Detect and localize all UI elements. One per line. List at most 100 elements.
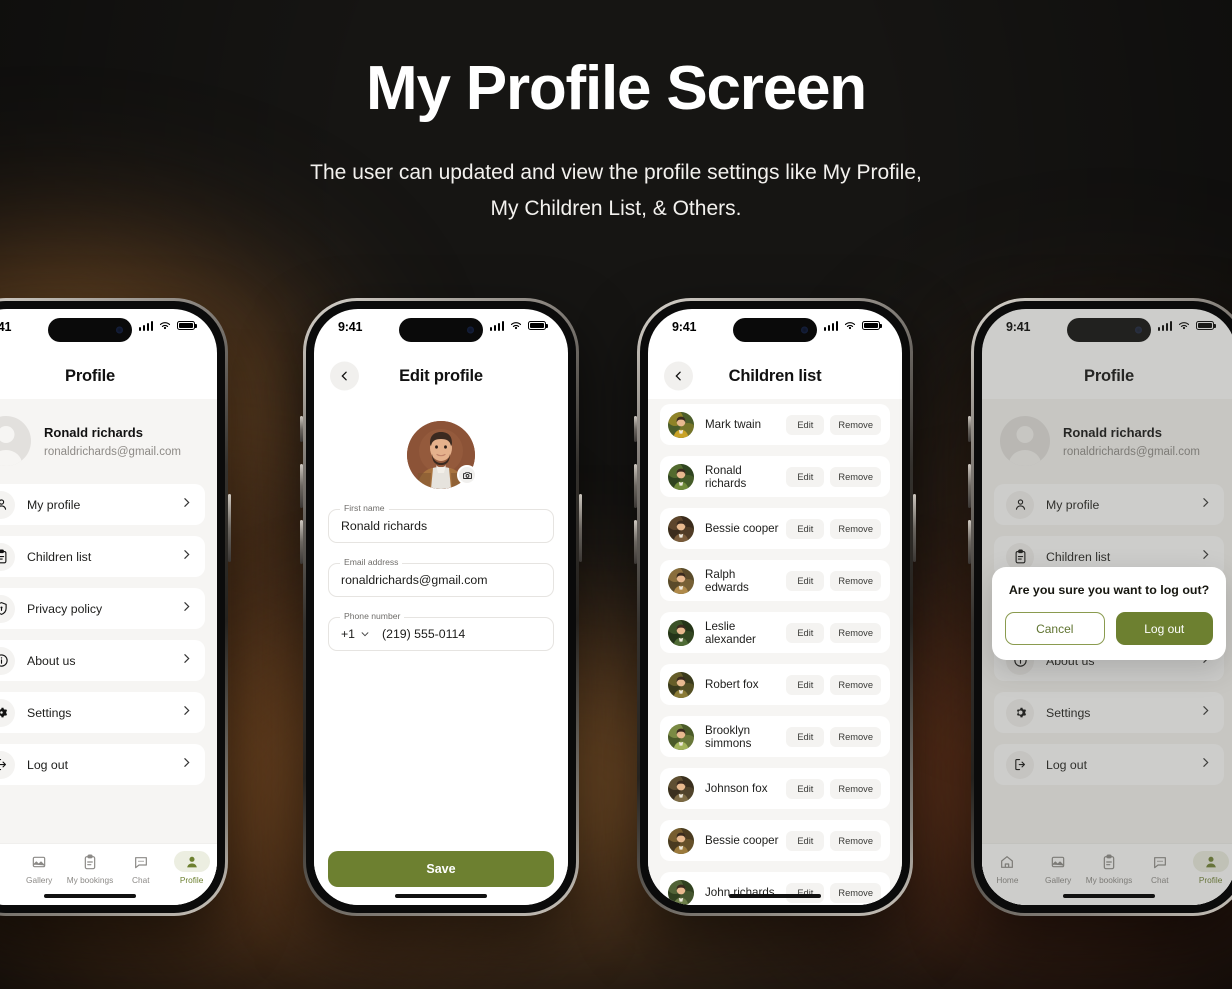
background-glow-c xyxy=(160,620,1060,989)
remove-button[interactable]: Remove xyxy=(830,830,881,851)
person-filled-icon xyxy=(173,851,210,872)
edit-button[interactable]: Edit xyxy=(786,518,825,539)
logout-confirmation-dialog: Are you sure you want to log out? Cancel… xyxy=(992,567,1226,660)
edit-button[interactable]: Edit xyxy=(786,622,825,643)
child-row: Ralph edwards Edit Remove xyxy=(660,560,890,601)
back-button[interactable] xyxy=(664,361,693,391)
remove-button[interactable]: Remove xyxy=(830,414,881,435)
edit-button[interactable]: Edit xyxy=(786,726,825,747)
field-label: First name xyxy=(340,503,389,513)
field-label: Phone number xyxy=(340,611,405,621)
phone-number-field[interactable]: Phone number +1 (219) 555-0114 xyxy=(328,611,554,651)
save-button[interactable]: Save xyxy=(328,851,554,887)
tab-label: Profile xyxy=(179,875,204,885)
volume-up-button[interactable] xyxy=(634,464,637,508)
chevron-left-icon xyxy=(675,371,681,381)
chevron-right-icon xyxy=(180,756,193,774)
status-time: 9:41 xyxy=(338,320,363,334)
power-button[interactable] xyxy=(228,494,231,562)
nav-bar-profile: Profile xyxy=(0,353,217,399)
remove-button[interactable]: Remove xyxy=(830,778,881,799)
status-time: 9:41 xyxy=(0,320,12,334)
menu-label: Settings xyxy=(27,705,72,720)
child-name: Leslie alexander xyxy=(705,619,756,646)
silent-switch[interactable] xyxy=(634,416,637,442)
edit-button[interactable]: Edit xyxy=(786,570,825,591)
power-button[interactable] xyxy=(913,494,916,562)
tab-chat[interactable]: Chat xyxy=(115,851,166,885)
edit-button[interactable]: Edit xyxy=(786,466,825,487)
battery-full-icon xyxy=(177,320,197,331)
remove-button[interactable]: Remove xyxy=(830,622,881,643)
child-avatar xyxy=(668,827,694,854)
remove-button[interactable]: Remove xyxy=(830,466,881,487)
edit-profile-content: First name Ronald richards Email address… xyxy=(314,421,568,905)
menu-item-my-profile[interactable]: My profile xyxy=(0,484,205,525)
home-indicator[interactable] xyxy=(395,894,487,898)
menu-item-privacy-policy[interactable]: Privacy policy xyxy=(0,588,205,629)
home-indicator[interactable] xyxy=(729,894,821,898)
profile-header-card: Ronald richards ronaldrichards@gmail.com xyxy=(0,399,217,484)
edit-button[interactable]: Edit xyxy=(786,830,825,851)
edit-button[interactable]: Edit xyxy=(786,778,825,799)
child-avatar xyxy=(668,775,694,802)
back-button[interactable] xyxy=(330,361,359,391)
child-row: Ronald richards Edit Remove xyxy=(660,456,890,497)
volume-down-button[interactable] xyxy=(968,520,971,564)
tab-home[interactable]: Home xyxy=(0,851,14,885)
signal-bars-icon xyxy=(489,320,504,331)
country-code-select[interactable]: +1 xyxy=(341,627,370,641)
tab-profile[interactable]: Profile xyxy=(166,851,217,885)
clipboard-icon xyxy=(0,542,15,571)
edit-button[interactable]: Edit xyxy=(786,414,825,435)
tab-gallery[interactable]: Gallery xyxy=(14,851,65,885)
child-avatar xyxy=(668,879,694,905)
child-name: Ronald richards xyxy=(705,463,747,490)
tab-my-bookings[interactable]: My bookings xyxy=(65,851,116,885)
phone-mockup-edit-profile: 9:41 Edit profile First name Ronald rich… xyxy=(300,298,582,916)
remove-button[interactable]: Remove xyxy=(830,674,881,695)
edit-button[interactable]: Edit xyxy=(786,674,825,695)
first-name-field[interactable]: First name Ronald richards xyxy=(328,503,554,543)
avatar-editor[interactable] xyxy=(407,421,477,489)
volume-up-button[interactable] xyxy=(968,464,971,508)
logout-confirm-button[interactable]: Log out xyxy=(1115,612,1213,645)
children-list-scroll[interactable]: Mark twain Edit Remove Ronald richards Edit R… xyxy=(648,399,902,905)
child-name: Robert fox xyxy=(705,678,759,691)
menu-item-settings[interactable]: Settings xyxy=(0,692,205,733)
remove-button[interactable]: Remove xyxy=(830,882,881,903)
remove-button[interactable]: Remove xyxy=(830,570,881,591)
volume-down-button[interactable] xyxy=(634,520,637,564)
logout-icon xyxy=(0,750,15,779)
status-bar: 9:41 xyxy=(314,309,568,353)
menu-label: Children list xyxy=(27,549,92,564)
volume-down-button[interactable] xyxy=(300,520,303,564)
screen-profile: 9:41 Profile Ronald richards xyxy=(0,309,217,905)
tab-label: Gallery xyxy=(26,875,53,885)
menu-item-about-us[interactable]: About us xyxy=(0,640,205,681)
dialog-actions: Cancel Log out xyxy=(1005,612,1213,645)
child-row: Robert fox Edit Remove xyxy=(660,664,890,705)
status-indicators xyxy=(823,320,882,331)
cancel-button[interactable]: Cancel xyxy=(1005,612,1105,645)
home-indicator[interactable] xyxy=(44,894,136,898)
dialog-title: Are you sure you want to log out? xyxy=(1008,583,1210,597)
silent-switch[interactable] xyxy=(300,416,303,442)
menu-label: Log out xyxy=(27,757,69,772)
child-row: Bessie cooper Edit Remove xyxy=(660,820,890,861)
edit-button[interactable]: Edit xyxy=(786,882,825,903)
power-button[interactable] xyxy=(579,494,582,562)
field-value: (219) 555-0114 xyxy=(382,627,466,641)
remove-button[interactable]: Remove xyxy=(830,518,881,539)
profile-identity: Ronald richards ronaldrichards@gmail.com xyxy=(44,425,181,458)
email-field[interactable]: Email address ronaldrichards@gmail.com xyxy=(328,557,554,597)
home-indicator[interactable] xyxy=(1063,894,1155,898)
volume-up-button[interactable] xyxy=(300,464,303,508)
country-code-value: +1 xyxy=(341,627,356,641)
remove-button[interactable]: Remove xyxy=(830,726,881,747)
chevron-right-icon xyxy=(180,704,193,722)
menu-item-log-out[interactable]: Log out xyxy=(0,744,205,785)
silent-switch[interactable] xyxy=(968,416,971,442)
menu-item-children-list[interactable]: Children list xyxy=(0,536,205,577)
change-photo-button[interactable] xyxy=(457,465,477,485)
